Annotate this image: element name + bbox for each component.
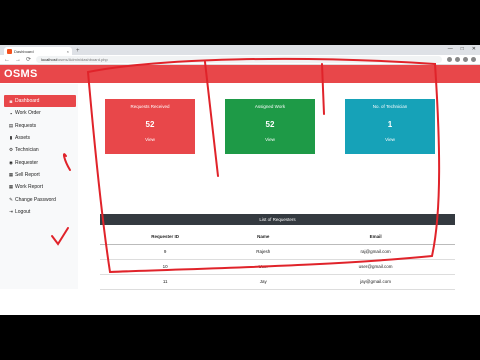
card-value: 52 (265, 120, 275, 129)
profile-icon[interactable] (463, 57, 468, 62)
sidebar-item-change-password[interactable]: ✎ Change Password (4, 193, 76, 205)
reload-icon[interactable]: ⟳ (26, 56, 31, 63)
technician-icon: ⚙ (8, 147, 14, 153)
sidebar-item-assets[interactable]: ▮ Assets (4, 132, 76, 144)
url-host: localhost (41, 57, 57, 62)
sidebar-item-requests[interactable]: ▤ Requests (4, 120, 76, 132)
table-row: 9 Rajesh raj@gmail.com (100, 244, 455, 260)
tab-bar: Dashboard × + — □ ✕ (0, 45, 480, 55)
forward-icon[interactable]: → (15, 57, 21, 63)
url-input[interactable]: localhost /osms/Admin/dashboard.php (36, 56, 442, 63)
sidebar-item-label: Requests (15, 122, 37, 129)
card-title: Requests Received (130, 104, 170, 109)
table-row: 11 Jay jay@gmail.com (100, 274, 455, 290)
browser-tab[interactable]: Dashboard × (4, 47, 72, 55)
sidebar-item-label: Work Report (15, 184, 43, 191)
favicon-icon (7, 48, 12, 54)
table-cell: User (230, 259, 297, 275)
table-cell: raj@gmail.com (296, 244, 455, 260)
sidebar-item-label: Work Order (15, 110, 41, 117)
table-cell: Jay (230, 274, 297, 290)
card-value: 52 (145, 120, 155, 129)
dashboard-icon: ◙ (9, 98, 13, 104)
sidebar-item-work-order[interactable]: ▪ Work Order (4, 107, 76, 119)
brand-logo[interactable]: OSMS (4, 68, 38, 80)
minimize-icon[interactable]: — (448, 46, 453, 52)
sidebar-item-label: Assets (15, 135, 31, 142)
table-icon: ▦ (8, 171, 14, 177)
card-view-link[interactable]: View (225, 137, 315, 142)
extensions (447, 57, 476, 62)
briefcase-icon: ▪ (10, 110, 12, 116)
stat-card: No. of Technician 1 View (345, 99, 435, 154)
card-title: No. of Technician (372, 104, 408, 109)
dashboard-main: Requests Received 52 View Assigned Work 52 Vi… (95, 84, 480, 304)
stat-card: Assigned Work 52 View (225, 99, 315, 154)
watermark: www.geekyshows.com (359, 300, 475, 312)
maximize-icon[interactable]: □ (461, 46, 464, 52)
menu-icon[interactable] (471, 57, 476, 62)
table-cell: 11 (100, 274, 231, 290)
browser-window: Dashboard × + — □ ✕ ← → ⟳ localhost /osm… (0, 45, 480, 315)
requests-icon: ▤ (8, 122, 14, 128)
app-navbar: OSMS (0, 65, 480, 83)
table-row: 10 User user@gmail.com (100, 259, 455, 275)
table-cell: user@gmail.com (296, 259, 455, 275)
back-icon[interactable]: ← (4, 57, 10, 63)
address-bar: ← → ⟳ localhost /osms/Admin/dashboard.ph… (0, 55, 480, 65)
card-view-link[interactable]: View (345, 137, 435, 142)
card-value: 1 (387, 120, 393, 129)
window-controls: — □ ✕ (448, 46, 476, 52)
column-header: Requester ID (100, 230, 231, 245)
sidebar-item-sell-report[interactable]: ▦ Sell Report (4, 169, 76, 181)
logout-icon: ⇥ (9, 208, 13, 214)
table-icon: ▦ (8, 184, 14, 190)
users-icon: ◉ (9, 159, 13, 165)
url-path: /osms/Admin/dashboard.php (56, 57, 108, 62)
sidebar-item-work-report[interactable]: ▦ Work Report (4, 181, 76, 193)
sidebar-item-label: Technician (15, 147, 39, 154)
sidebar-item-dashboard[interactable]: ◙ Dashboard (4, 95, 76, 108)
sidebar: ◙ Dashboard ▪ Work Order ▤ Requests ▮ Assets ⚙ Te… (0, 84, 78, 289)
close-tab-icon[interactable]: × (67, 49, 69, 54)
sidebar-item-label: Requester (15, 159, 39, 166)
close-window-icon[interactable]: ✕ (472, 46, 476, 52)
table-cell: Rajesh (230, 244, 297, 260)
assets-icon: ▮ (9, 135, 13, 141)
requesters-table: Requester ID Name Email 9 Rajesh raj@gmail.c… (100, 230, 455, 290)
column-header: Name (230, 230, 297, 245)
card-title: Assigned Work (254, 104, 286, 109)
key-icon: ✎ (9, 196, 13, 202)
sidebar-item-label: Dashboard (15, 98, 40, 105)
stat-card: Requests Received 52 View (105, 99, 195, 154)
sidebar-item-label: Sell Report (15, 171, 40, 178)
table-cell: 10 (100, 259, 231, 275)
sidebar-item-logout[interactable]: ⇥ Logout (4, 206, 76, 218)
extension-icon[interactable] (447, 57, 452, 62)
column-header: Email (296, 230, 455, 245)
table-cell: jay@gmail.com (296, 274, 455, 290)
sidebar-item-label: Change Password (15, 196, 56, 203)
sidebar-item-requester[interactable]: ◉ Requester (4, 156, 76, 168)
tab-title: Dashboard (14, 48, 34, 54)
card-view-link[interactable]: View (105, 137, 195, 142)
sidebar-item-label: Logout (15, 208, 31, 215)
table-cell: 9 (100, 244, 231, 260)
sidebar-item-technician[interactable]: ⚙ Technician (4, 144, 76, 156)
extension-icon[interactable] (455, 57, 460, 62)
new-tab-button[interactable]: + (76, 47, 80, 55)
requesters-title: List of Requesters (100, 214, 455, 225)
